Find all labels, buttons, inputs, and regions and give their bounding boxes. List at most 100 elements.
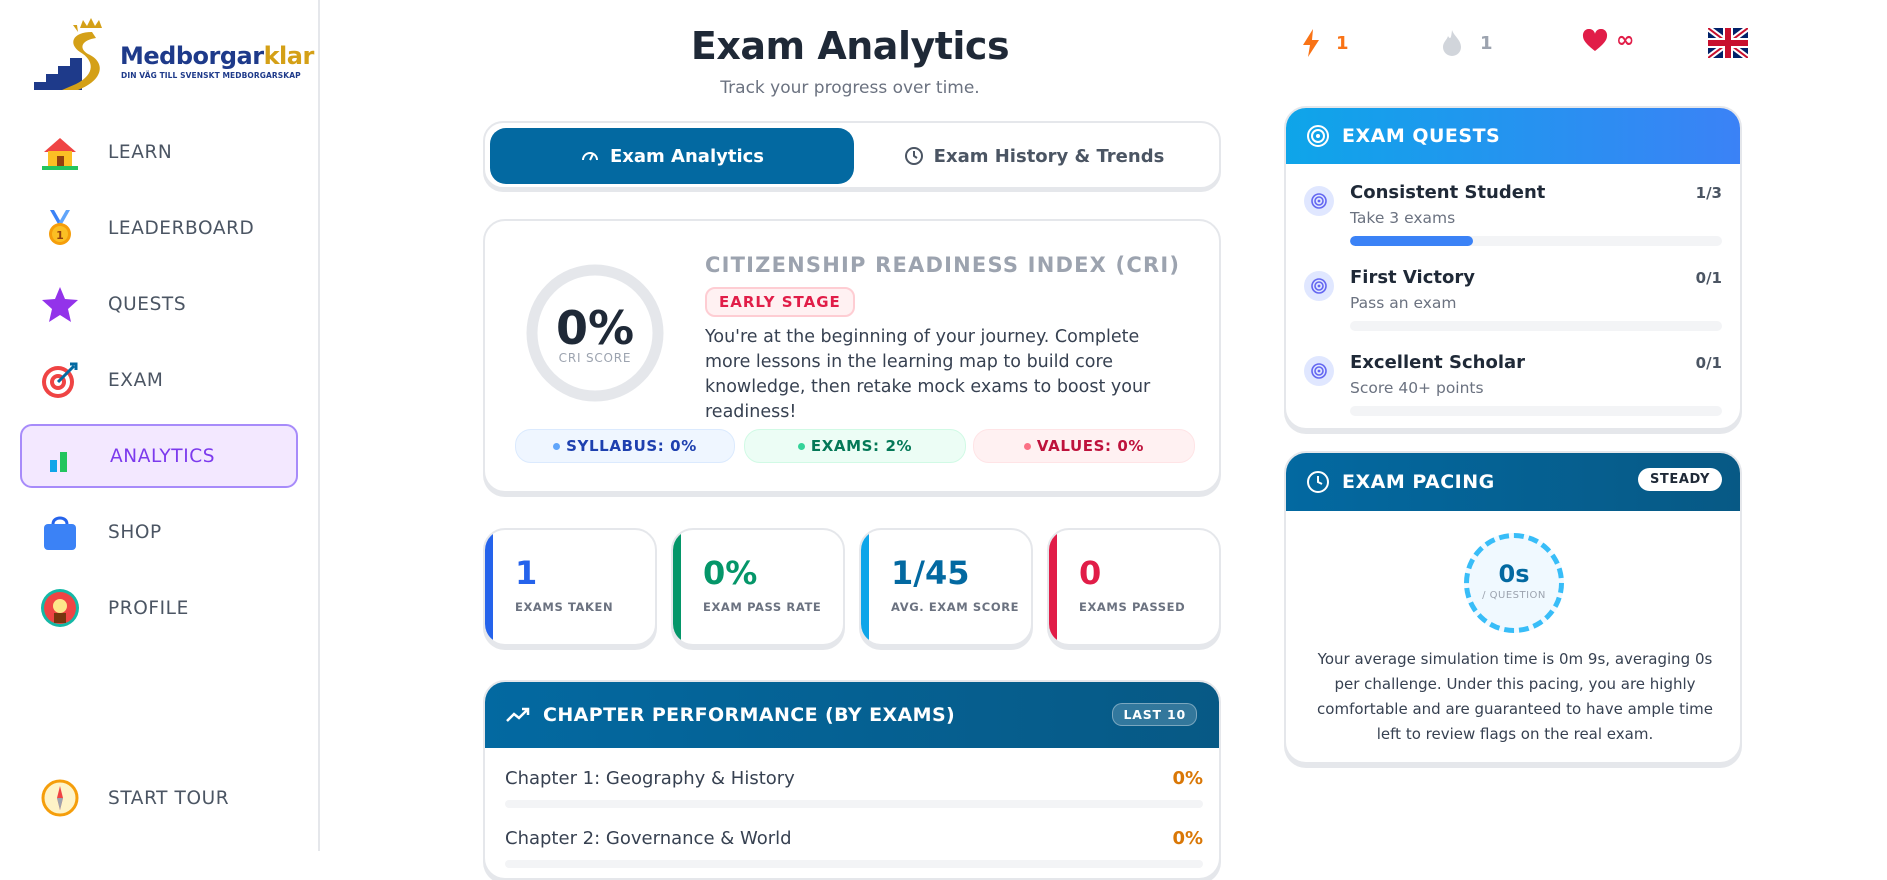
tab-exam-analytics[interactable]: Exam Analytics <box>490 128 854 184</box>
streak-counter[interactable]: 1 <box>1300 28 1349 58</box>
exam-quests-title: EXAM QUESTS <box>1342 125 1501 147</box>
sidebar-item-shop[interactable]: SHOP <box>20 500 298 564</box>
exam-pacing-title: EXAM PACING <box>1342 471 1495 493</box>
stat-value: 1/45 <box>891 554 970 592</box>
stat-card-avg-score: 1/45 AVG. EXAM SCORE <box>859 528 1033 646</box>
medal-icon: 1 <box>38 206 82 250</box>
start-tour-button[interactable]: START TOUR <box>20 766 298 830</box>
stage-badge: EARLY STAGE <box>705 287 855 317</box>
chapter-percent: 0% <box>1172 828 1203 849</box>
stat-value: 0% <box>703 554 758 592</box>
sidebar-item-label: ANALYTICS <box>110 445 216 467</box>
tab-label: Exam History & Trends <box>933 145 1165 167</box>
sidebar-item-quests[interactable]: QUESTS <box>20 272 298 336</box>
chapter-name: Chapter 1: Geography & History <box>505 768 795 789</box>
target-icon <box>1304 356 1334 386</box>
quest-progress-track <box>1350 406 1722 416</box>
pacing-status-badge: STEADY <box>1637 468 1722 491</box>
dot-icon <box>1023 442 1031 450</box>
chapter-performance-title: CHAPTER PERFORMANCE (BY EXAMS) <box>543 704 956 726</box>
chapter-percent: 0% <box>1172 768 1203 789</box>
gems-value: 1 <box>1480 32 1493 54</box>
quest-count: 0/1 <box>1695 354 1722 372</box>
quest-title: First Victory <box>1350 267 1475 288</box>
quest-description: Pass an exam <box>1350 294 1457 312</box>
quest-count: 1/3 <box>1695 184 1722 202</box>
sidebar-item-analytics[interactable]: ANALYTICS <box>20 424 298 488</box>
analytics-tabs: Exam Analytics Exam History & Trends <box>483 121 1221 189</box>
clock-icon <box>904 147 923 165</box>
sidebar-item-leaderboard[interactable]: 1 LEADERBOARD <box>20 196 298 260</box>
exam-pacing-header: EXAM PACING STEADY <box>1286 453 1740 511</box>
brand-name: Medborgarklar <box>120 42 314 70</box>
compass-icon <box>38 776 82 820</box>
svg-text:1: 1 <box>56 229 64 242</box>
cri-score-label: CRI SCORE <box>558 351 632 365</box>
tab-exam-history[interactable]: Exam History & Trends <box>852 128 1216 184</box>
stat-accent-bar <box>1049 530 1057 644</box>
sidebar: Medborgarklar DIN VÄG TILL SVENSKT MEDBO… <box>0 0 320 851</box>
trending-up-icon <box>506 707 530 722</box>
target-icon <box>1304 271 1334 301</box>
page-subtitle: Track your progress over time. <box>720 78 980 98</box>
sidebar-item-label: QUESTS <box>108 293 187 315</box>
bar-chart-icon <box>40 434 84 478</box>
brand-tagline: DIN VÄG TILL SVENSKT MEDBORGARSKAP <box>121 71 301 80</box>
exam-quests-card: EXAM QUESTS Consistent Student 1/3 Take … <box>1284 106 1742 430</box>
quest-progress-track <box>1350 236 1722 246</box>
gems-counter[interactable]: 1 <box>1440 28 1493 58</box>
sidebar-item-learn[interactable]: LEARN <box>20 120 298 184</box>
gauge-icon <box>581 152 598 161</box>
chapter-performance-header: CHAPTER PERFORMANCE (BY EXAMS) LAST 10 <box>485 682 1219 748</box>
stat-card-exams-passed: 0 EXAMS PASSED <box>1047 528 1221 646</box>
stat-caption: AVG. EXAM SCORE <box>891 600 1020 614</box>
quest-title: Consistent Student <box>1350 182 1546 203</box>
chapter-performance-card: CHAPTER PERFORMANCE (BY EXAMS) LAST 10 C… <box>483 680 1221 880</box>
sidebar-item-label: EXAM <box>108 369 164 391</box>
clock-icon <box>1307 471 1329 493</box>
sidebar-item-label: SHOP <box>108 521 162 543</box>
target-icon <box>1304 186 1334 216</box>
syllabus-pill: SYLLABUS: 0% <box>515 429 735 463</box>
hearts-value: ∞ <box>1616 28 1635 53</box>
hearts-counter[interactable]: ∞ <box>1582 28 1634 53</box>
stat-caption: EXAMS PASSED <box>1079 600 1186 614</box>
star-icon <box>38 282 82 326</box>
quest-count: 0/1 <box>1695 269 1722 287</box>
stat-accent-bar <box>861 530 869 644</box>
exams-pill: EXAMS: 2% <box>744 429 966 463</box>
house-icon <box>38 130 82 174</box>
stat-accent-bar <box>673 530 681 644</box>
flame-icon <box>1443 30 1461 56</box>
quest-progress-track <box>1350 321 1722 331</box>
chapter-progress-track <box>505 800 1203 808</box>
chapter-progress-track <box>505 860 1203 868</box>
sidebar-item-profile[interactable]: PROFILE <box>20 576 298 640</box>
chapter-row: Chapter 1: Geography & History 0% <box>505 768 1203 808</box>
exam-pacing-card: EXAM PACING STEADY 0s / QUESTION Your av… <box>1284 451 1742 764</box>
stat-caption: EXAMS TAKEN <box>515 600 614 614</box>
avatar-icon <box>38 586 82 630</box>
logo-icon <box>34 18 102 90</box>
brand-logo[interactable]: Medborgarklar DIN VÄG TILL SVENSKT MEDBO… <box>32 14 314 96</box>
stat-value: 0 <box>1079 554 1102 592</box>
stat-value: 1 <box>515 554 538 592</box>
pacing-description: Your average simulation time is 0m 9s, a… <box>1317 650 1713 743</box>
lightning-icon <box>1303 29 1319 57</box>
quest-description: Score 40+ points <box>1350 379 1484 397</box>
cri-description: You're at the beginning of your journey.… <box>705 327 1151 422</box>
quest-title: Excellent Scholar <box>1350 352 1526 373</box>
sidebar-item-exam[interactable]: EXAM <box>20 348 298 412</box>
dot-icon <box>553 442 561 450</box>
chapter-row: Chapter 2: Governance & World 0% <box>505 828 1203 868</box>
last-10-badge: LAST 10 <box>1112 703 1197 726</box>
chapter-name: Chapter 2: Governance & World <box>505 828 792 849</box>
language-selector[interactable] <box>1708 28 1748 58</box>
cri-title: CITIZENSHIP READINESS INDEX (CRI) <box>705 253 1181 277</box>
stat-card-pass-rate: 0% EXAM PASS RATE <box>671 528 845 646</box>
dot-icon <box>797 442 805 450</box>
pacing-unit: / QUESTION <box>1482 590 1546 601</box>
pacing-value: 0s <box>1498 560 1530 588</box>
start-tour-label: START TOUR <box>108 787 230 809</box>
tab-label: Exam Analytics <box>609 145 765 167</box>
